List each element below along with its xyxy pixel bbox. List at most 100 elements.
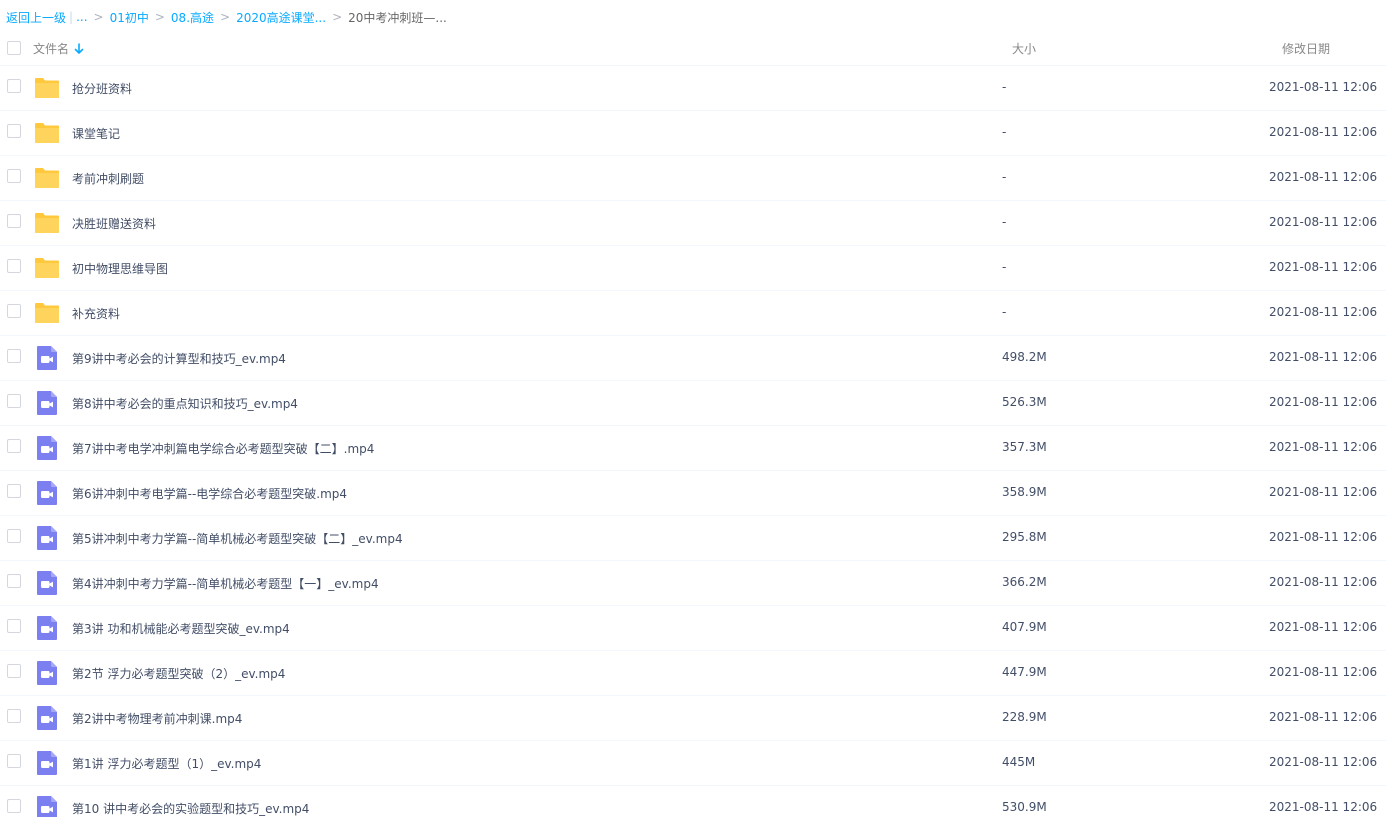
file-modified-date: 2021-08-11 12:06	[1269, 710, 1378, 724]
breadcrumb-divider: |	[69, 10, 74, 24]
video-icon	[34, 525, 60, 551]
file-size: -	[1002, 215, 1007, 229]
row-checkbox[interactable]	[7, 664, 21, 678]
row-checkbox[interactable]	[7, 79, 21, 93]
file-size: 228.9M	[1002, 710, 1047, 724]
row-checkbox[interactable]	[7, 574, 21, 588]
file-row[interactable]: 第5讲冲刺中考力学篇--简单机械必考题型突破【二】_ev.mp4 295.8M 20…	[0, 516, 1386, 561]
file-name[interactable]: 第8讲中考必会的重点知识和技巧_ev.mp4	[72, 395, 298, 412]
file-size: -	[1002, 170, 1007, 184]
sort-arrow-down-icon[interactable]	[74, 42, 84, 55]
file-modified-date: 2021-08-11 12:06	[1269, 215, 1378, 229]
file-size: 358.9M	[1002, 485, 1047, 499]
breadcrumb-item-2[interactable]: 08.高途	[171, 9, 214, 26]
file-size: 295.8M	[1002, 530, 1047, 544]
file-name[interactable]: 第7讲中考电学冲刺篇电学综合必考题型突破【二】.mp4	[72, 440, 374, 457]
file-name[interactable]: 第2节 浮力必考题型突破（2）_ev.mp4	[72, 665, 285, 682]
row-checkbox[interactable]	[7, 619, 21, 633]
file-list: 抢分班资料 - 2021-08-11 12:06 课堂笔记 - 2021-08-11 12…	[0, 66, 1386, 817]
file-name[interactable]: 决胜班赠送资料	[72, 215, 156, 232]
row-checkbox[interactable]	[7, 259, 21, 273]
file-name[interactable]: 抢分班资料	[72, 80, 132, 97]
file-row[interactable]: 抢分班资料 - 2021-08-11 12:06	[0, 66, 1386, 111]
file-modified-date: 2021-08-11 12:06	[1269, 575, 1378, 589]
file-modified-date: 2021-08-11 12:06	[1269, 80, 1378, 94]
file-modified-date: 2021-08-11 12:06	[1269, 170, 1378, 184]
folder-icon	[34, 210, 60, 236]
file-name[interactable]: 考前冲刺刷题	[72, 170, 144, 187]
file-size: 445M	[1002, 755, 1036, 769]
row-checkbox[interactable]	[7, 439, 21, 453]
file-name[interactable]: 第5讲冲刺中考力学篇--简单机械必考题型突破【二】_ev.mp4	[72, 530, 403, 547]
file-row[interactable]: 第9讲中考必会的计算型和技巧_ev.mp4 498.2M 2021-08-11 12…	[0, 336, 1386, 381]
file-row[interactable]: 补充资料 - 2021-08-11 12:06	[0, 291, 1386, 336]
video-icon	[34, 480, 60, 506]
file-name[interactable]: 第3讲 功和机械能必考题型突破_ev.mp4	[72, 620, 290, 637]
folder-icon	[34, 75, 60, 101]
row-checkbox[interactable]	[7, 709, 21, 723]
file-name[interactable]: 初中物理思维导图	[72, 260, 168, 277]
file-name[interactable]: 第4讲冲刺中考力学篇--简单机械必考题型【一】_ev.mp4	[72, 575, 379, 592]
file-modified-date: 2021-08-11 12:06	[1269, 305, 1378, 319]
breadcrumb-item-3[interactable]: 2020高途课堂...	[236, 9, 326, 26]
file-size: 357.3M	[1002, 440, 1047, 454]
column-header-size[interactable]: 大小	[1012, 40, 1036, 57]
row-checkbox[interactable]	[7, 394, 21, 408]
file-row[interactable]: 第7讲中考电学冲刺篇电学综合必考题型突破【二】.mp4 357.3M 2021-08…	[0, 426, 1386, 471]
file-row[interactable]: 第4讲冲刺中考力学篇--简单机械必考题型【一】_ev.mp4 366.2M 2021…	[0, 561, 1386, 606]
video-icon	[34, 345, 60, 371]
file-modified-date: 2021-08-11 12:06	[1269, 665, 1378, 679]
row-checkbox[interactable]	[7, 799, 21, 813]
breadcrumb-ellipsis[interactable]: ...	[76, 10, 87, 24]
select-all-checkbox[interactable]	[7, 41, 21, 55]
file-size: -	[1002, 305, 1007, 319]
file-row[interactable]: 第3讲 功和机械能必考题型突破_ev.mp4 407.9M 2021-08-11 1…	[0, 606, 1386, 651]
file-size: -	[1002, 125, 1007, 139]
file-name[interactable]: 第10 讲中考必会的实验题型和技巧_ev.mp4	[72, 800, 309, 817]
file-name[interactable]: 第1讲 浮力必考题型（1）_ev.mp4	[72, 755, 261, 772]
row-checkbox[interactable]	[7, 304, 21, 318]
file-modified-date: 2021-08-11 12:06	[1269, 395, 1378, 409]
file-size: -	[1002, 80, 1007, 94]
breadcrumb-separator: >	[220, 10, 231, 24]
row-checkbox[interactable]	[7, 754, 21, 768]
file-row[interactable]: 课堂笔记 - 2021-08-11 12:06	[0, 111, 1386, 156]
file-modified-date: 2021-08-11 12:06	[1269, 755, 1378, 769]
file-name[interactable]: 第6讲冲刺中考电学篇--电学综合必考题型突破.mp4	[72, 485, 347, 502]
file-name[interactable]: 第9讲中考必会的计算型和技巧_ev.mp4	[72, 350, 286, 367]
column-header-name-label: 文件名	[33, 42, 70, 56]
row-checkbox[interactable]	[7, 124, 21, 138]
row-checkbox[interactable]	[7, 349, 21, 363]
file-modified-date: 2021-08-11 12:06	[1269, 440, 1378, 454]
column-header-name[interactable]: 文件名	[33, 40, 84, 57]
breadcrumb-current: 20中考冲刺班—...	[348, 10, 447, 25]
file-modified-date: 2021-08-11 12:06	[1269, 800, 1378, 814]
file-row[interactable]: 初中物理思维导图 - 2021-08-11 12:06	[0, 246, 1386, 291]
back-link[interactable]: 返回上一级	[6, 9, 66, 26]
file-row[interactable]: 考前冲刺刷题 - 2021-08-11 12:06	[0, 156, 1386, 201]
file-row[interactable]: 第6讲冲刺中考电学篇--电学综合必考题型突破.mp4 358.9M 2021-08-…	[0, 471, 1386, 516]
row-checkbox[interactable]	[7, 529, 21, 543]
row-checkbox[interactable]	[7, 484, 21, 498]
breadcrumb: 返回上一级 | ... > 01初中 > 08.高途 > 2020高途课堂...…	[6, 9, 447, 25]
file-size: 366.2M	[1002, 575, 1047, 589]
file-name[interactable]: 课堂笔记	[72, 125, 120, 142]
breadcrumb-item-1[interactable]: 01初中	[110, 9, 149, 26]
row-checkbox[interactable]	[7, 169, 21, 183]
file-row[interactable]: 决胜班赠送资料 - 2021-08-11 12:06	[0, 201, 1386, 246]
video-icon	[34, 750, 60, 776]
video-icon	[34, 615, 60, 641]
file-row[interactable]: 第1讲 浮力必考题型（1）_ev.mp4 445M 2021-08-11 12:06	[0, 741, 1386, 786]
file-row[interactable]: 第2节 浮力必考题型突破（2）_ev.mp4 447.9M 2021-08-11 1…	[0, 651, 1386, 696]
column-header-date[interactable]: 修改日期	[1282, 40, 1330, 57]
breadcrumb-separator: >	[93, 10, 104, 24]
breadcrumb-separator: >	[332, 10, 343, 24]
file-row[interactable]: 第8讲中考必会的重点知识和技巧_ev.mp4 526.3M 2021-08-11 1…	[0, 381, 1386, 426]
folder-icon	[34, 120, 60, 146]
row-checkbox[interactable]	[7, 214, 21, 228]
file-name[interactable]: 第2讲中考物理考前冲刺课.mp4	[72, 710, 242, 727]
file-row[interactable]: 第2讲中考物理考前冲刺课.mp4 228.9M 2021-08-11 12:06	[0, 696, 1386, 741]
file-row[interactable]: 第10 讲中考必会的实验题型和技巧_ev.mp4 530.9M 2021-08-11…	[0, 786, 1386, 817]
file-modified-date: 2021-08-11 12:06	[1269, 125, 1378, 139]
file-name[interactable]: 补充资料	[72, 305, 120, 322]
